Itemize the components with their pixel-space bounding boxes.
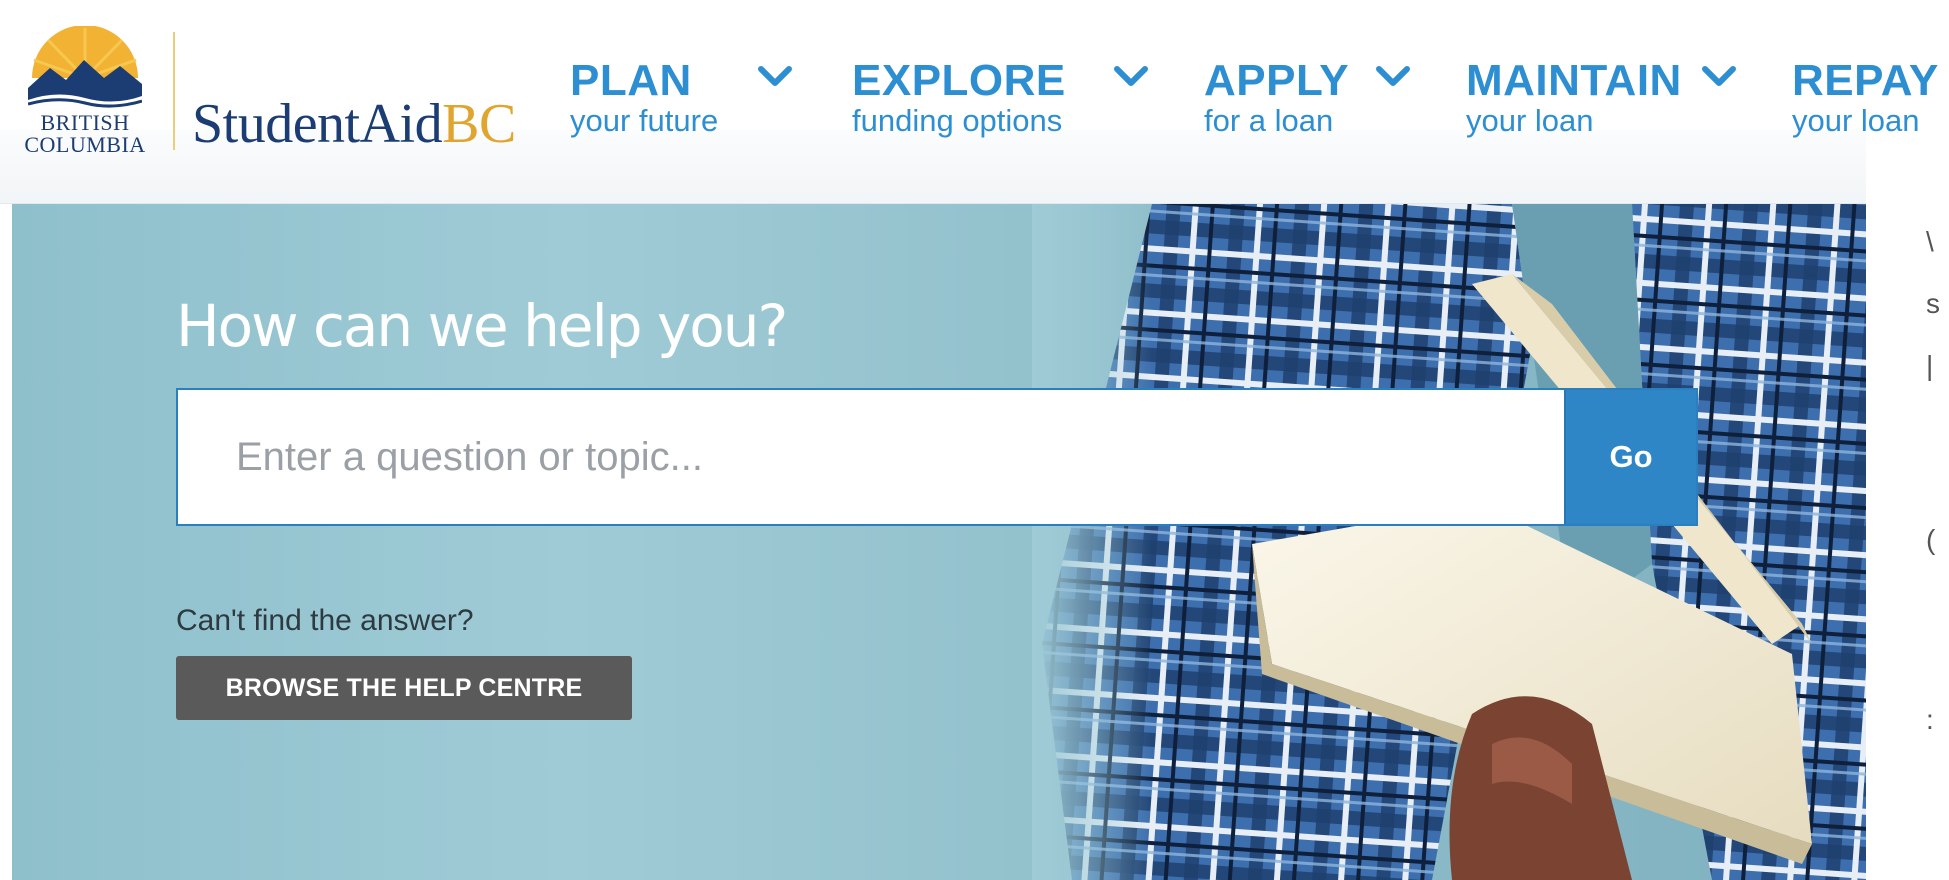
nav-maintain-label: MAINTAIN: [1466, 56, 1682, 105]
partial-text-fragment: \: [1926, 226, 1934, 257]
help-search-form: Go: [176, 388, 1698, 526]
logo-divider: [173, 32, 175, 150]
studentaidbc-brand[interactable]: StudentAidBC: [192, 96, 516, 152]
help-search-input[interactable]: [178, 390, 1564, 524]
browse-help-centre-button[interactable]: BROWSE THE HELP CENTRE: [176, 656, 632, 720]
bc-government-logo[interactable]: BRITISH COLUMBIA: [10, 26, 160, 157]
partial-text-fragment: :: [1926, 704, 1934, 735]
nav-maintain[interactable]: MAINTAIN your loan: [1466, 56, 1736, 138]
brand-accent-text: BC: [442, 93, 516, 155]
partial-text-fragment: s: [1926, 288, 1940, 319]
cant-find-text: Can't find the answer?: [176, 604, 474, 637]
chevron-down-icon: [758, 66, 792, 86]
nav-explore-label: EXPLORE: [852, 56, 1066, 105]
right-sidebar-partial: \ s | ( :: [1866, 204, 1949, 880]
chevron-down-icon: [1702, 66, 1736, 86]
brand-main-text: StudentAid: [192, 93, 443, 155]
nav-apply-label: APPLY: [1204, 56, 1350, 105]
go-button[interactable]: Go: [1564, 390, 1696, 524]
nav-repay[interactable]: REPAY your loan: [1792, 58, 1939, 138]
nav-apply-sublabel: for a loan: [1204, 103, 1334, 138]
partial-text-fragment: |: [1926, 350, 1934, 381]
nav-explore[interactable]: EXPLORE funding options: [852, 56, 1148, 138]
logo-province-line2: COLUMBIA: [24, 132, 146, 157]
nav-apply[interactable]: APPLY for a loan: [1204, 56, 1410, 138]
bc-sun-mountain-icon: [28, 26, 142, 110]
nav-plan-label: PLAN: [570, 56, 692, 105]
hero-title: How can we help you?: [176, 292, 788, 360]
nav-repay-label: REPAY: [1792, 56, 1939, 105]
partial-text-fragment: (: [1926, 524, 1936, 555]
chevron-down-icon: [1114, 66, 1148, 86]
nav-plan[interactable]: PLAN your future: [570, 56, 792, 138]
nav-maintain-sublabel: your loan: [1466, 103, 1594, 138]
chevron-down-icon: [1376, 66, 1410, 86]
site-header: BRITISH COLUMBIA StudentAidBC PLAN your …: [0, 0, 1949, 204]
nav-repay-sublabel: your loan: [1792, 103, 1920, 138]
nav-plan-sublabel: your future: [570, 103, 719, 138]
nav-explore-sublabel: funding options: [852, 103, 1063, 138]
